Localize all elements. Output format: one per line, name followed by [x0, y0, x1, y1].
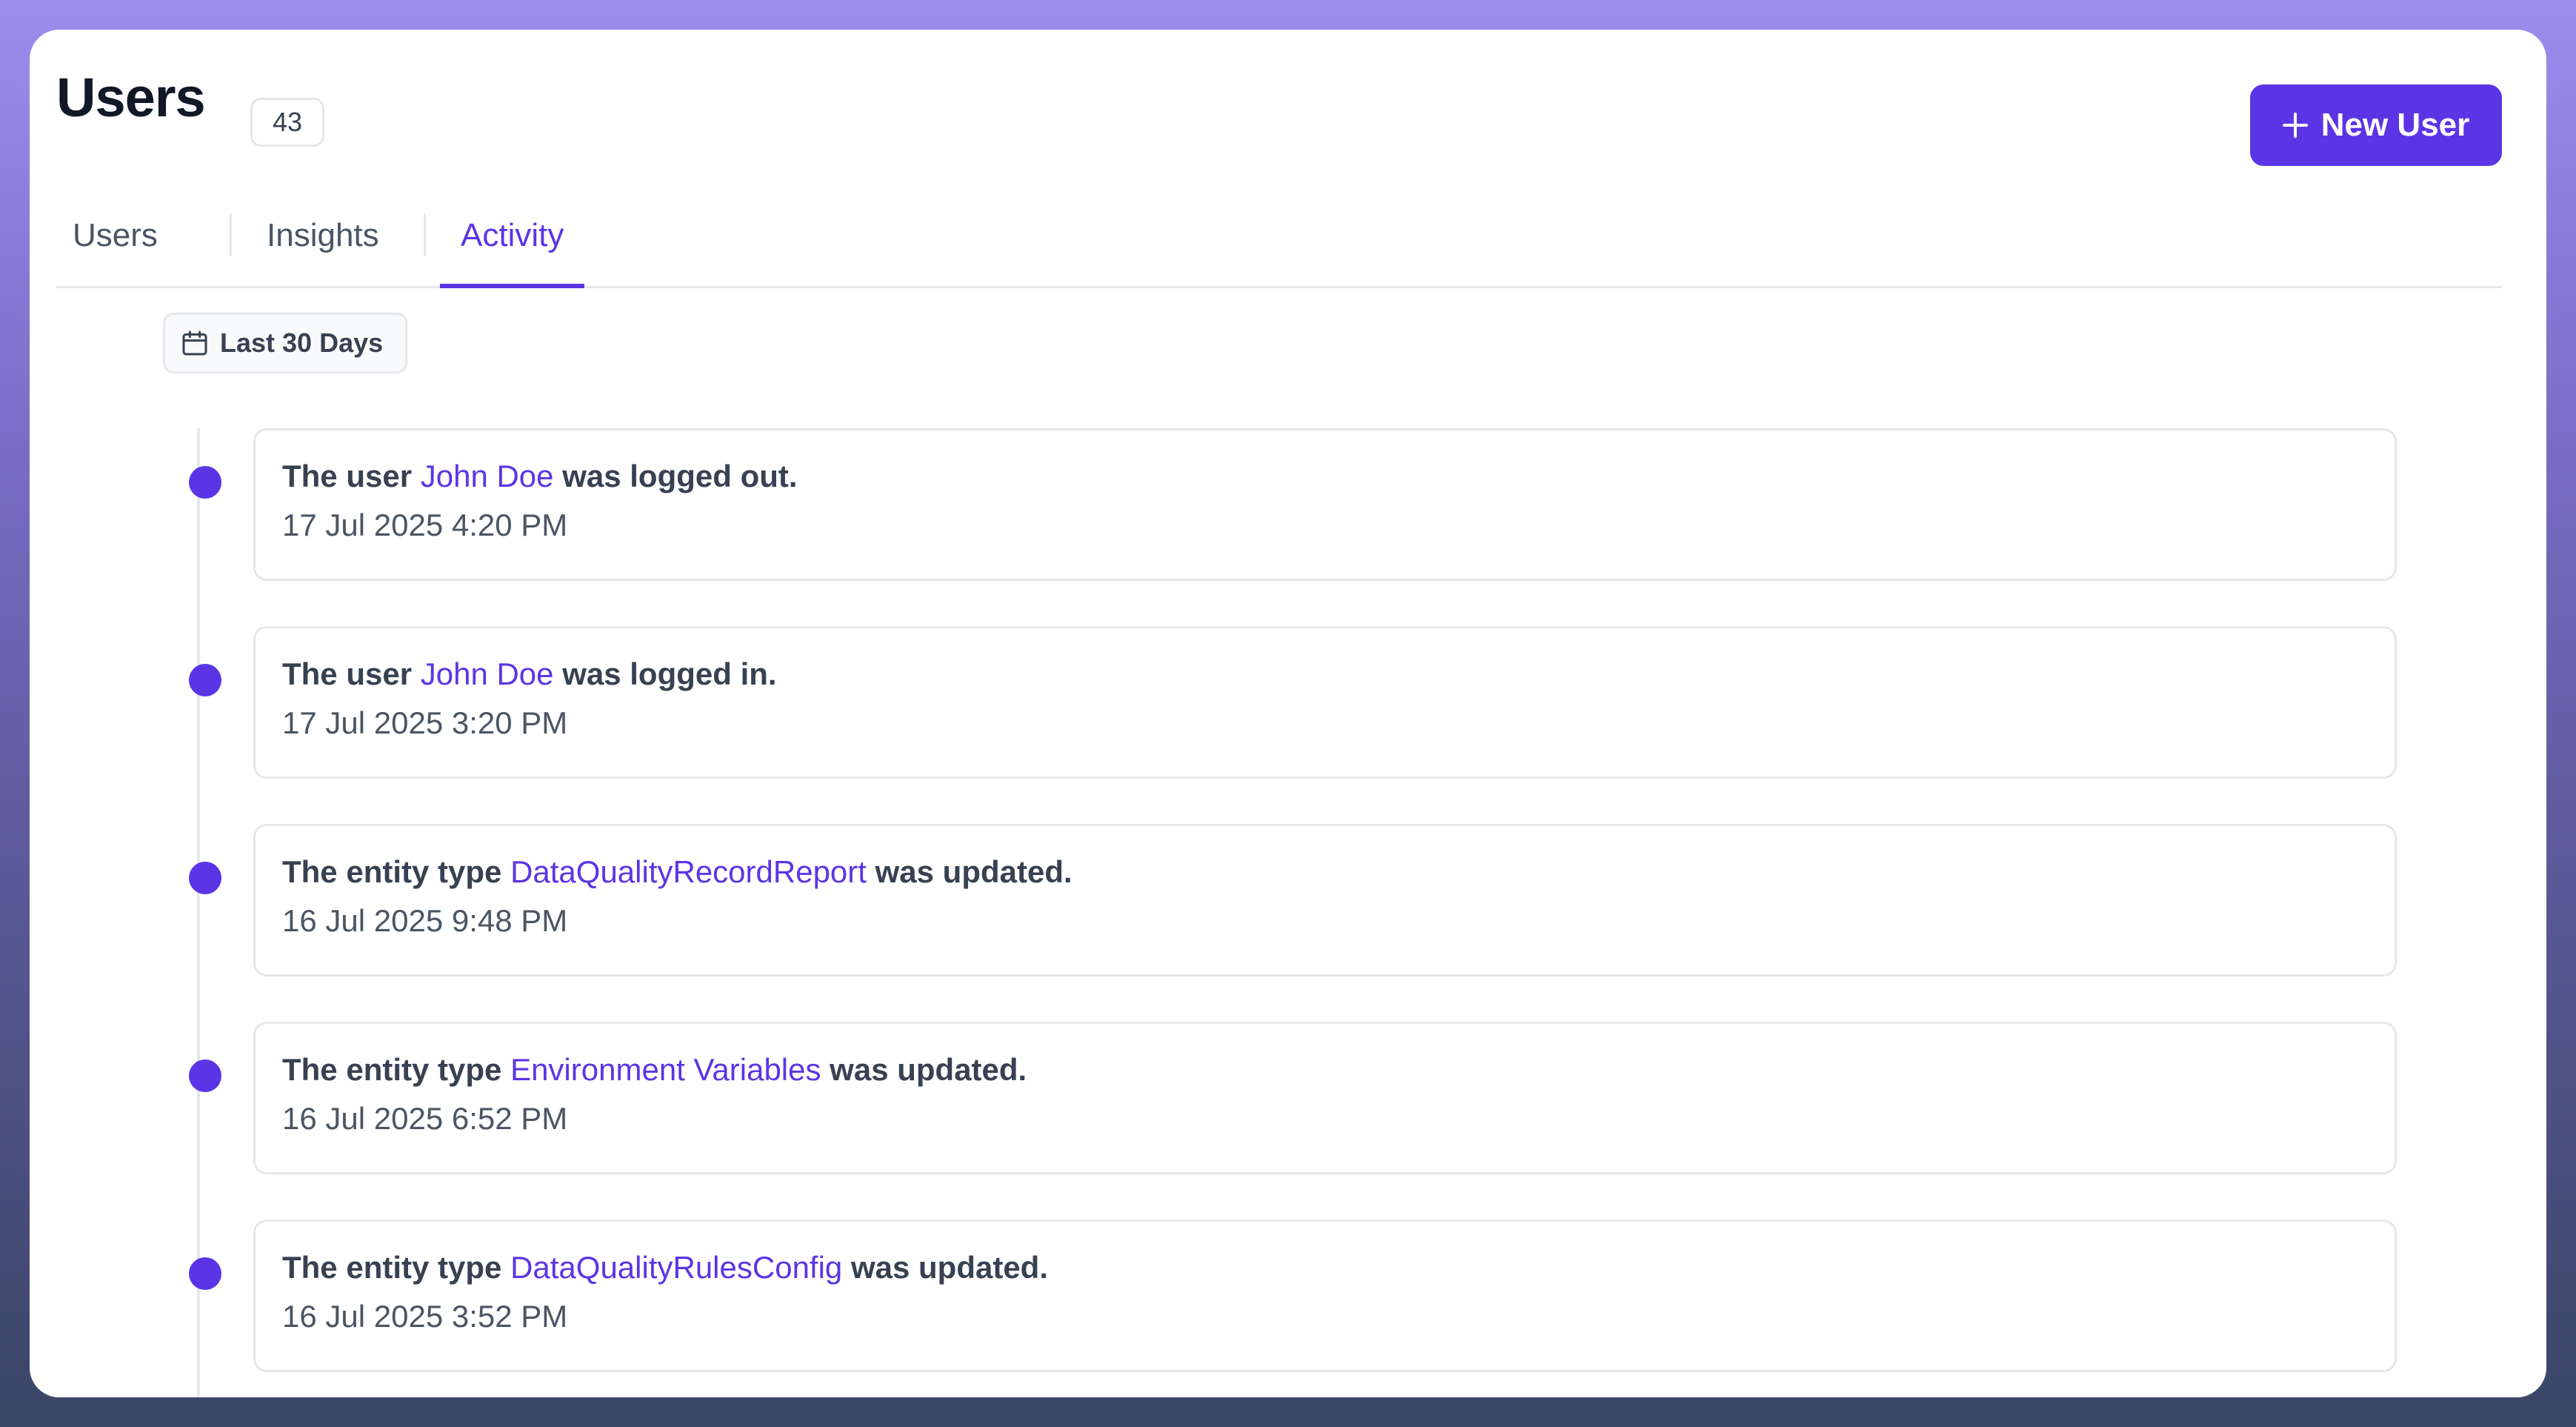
- tab-insights[interactable]: Insights: [267, 185, 379, 286]
- activity-item: The entity type Environment Variables wa…: [189, 1022, 2397, 1174]
- page-header: Users 43 New User: [56, 56, 2502, 166]
- tab-activity[interactable]: Activity: [439, 185, 585, 288]
- activity-timestamp: 16 Jul 2025 9:48 PM: [282, 903, 568, 938]
- tab-bar: Users Insights Activity: [56, 185, 2502, 288]
- entity-link[interactable]: John Doe: [421, 459, 554, 493]
- timeline-dot: [189, 862, 221, 894]
- calendar-icon: [182, 330, 207, 356]
- tab-users[interactable]: Users: [73, 185, 158, 286]
- activity-text: The user John Doe was logged in.: [282, 656, 777, 691]
- activity-text: The entity type Environment Variables wa…: [282, 1052, 1027, 1087]
- page-title: Users: [56, 67, 206, 128]
- activity-item: The user John Doe was logged out. 17 Jul…: [189, 428, 2397, 581]
- timeline-line: [197, 428, 200, 1397]
- activity-item: The entity type DataQualityRulesConfig w…: [189, 1220, 2397, 1372]
- tab-divider: [424, 213, 426, 256]
- activity-item: The user John Doe was logged in. 17 Jul …: [189, 626, 2397, 779]
- timeline-dot: [189, 1060, 221, 1092]
- entity-link[interactable]: John Doe: [421, 656, 554, 691]
- activity-timestamp: 17 Jul 2025 3:20 PM: [282, 705, 568, 740]
- new-user-button[interactable]: New User: [2250, 84, 2502, 166]
- date-range-filter[interactable]: Last 30 Days: [163, 313, 407, 373]
- tab-divider: [230, 213, 232, 256]
- timeline-dot: [189, 1257, 221, 1290]
- plus-icon: [2282, 113, 2308, 138]
- activity-timestamp: 16 Jul 2025 6:52 PM: [282, 1101, 568, 1136]
- entity-link[interactable]: DataQualityRulesConfig: [510, 1250, 842, 1285]
- activity-text: The user John Doe was logged out.: [282, 459, 798, 493]
- timeline-dot: [189, 664, 221, 696]
- activity-timestamp: 16 Jul 2025 3:52 PM: [282, 1299, 568, 1334]
- entity-link[interactable]: DataQualityRecordReport: [510, 854, 867, 889]
- activity-timestamp: 17 Jul 2025 4:20 PM: [282, 508, 568, 542]
- date-range-label: Last 30 Days: [220, 327, 384, 358]
- entity-link[interactable]: Environment Variables: [510, 1052, 821, 1087]
- activity-text: The entity type DataQualityRulesConfig w…: [282, 1250, 1048, 1285]
- user-count-badge: 43: [250, 98, 324, 147]
- new-user-button-label: New User: [2320, 107, 2470, 143]
- timeline-dot: [189, 466, 221, 499]
- users-page: Users 43 New User Users Insights Activit…: [30, 30, 2546, 1397]
- activity-item: The entity type DataQualityRecordReport …: [189, 824, 2397, 977]
- activity-text: The entity type DataQualityRecordReport …: [282, 854, 1072, 889]
